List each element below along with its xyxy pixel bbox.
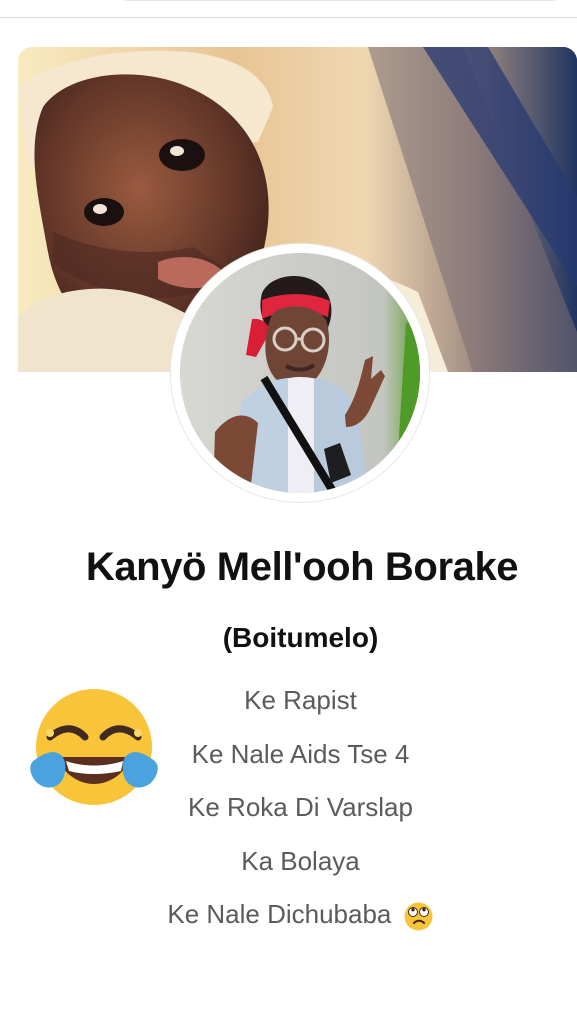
bio-line-3: Ke Roka Di Varslap (188, 792, 413, 822)
top-divider (0, 0, 577, 18)
profile-alias: (Boitumelo) (222, 622, 379, 653)
bio-line-5: Ke Nale Dichubaba (167, 899, 392, 929)
profile-name: Kanyö Mell'ooh Borake (85, 545, 519, 589)
face-with-rolling-eyes-icon (404, 902, 433, 931)
profile-avatar-image-frame (180, 253, 420, 493)
bio-line-1: Ke Rapist (244, 685, 357, 715)
profile-avatar-image (180, 253, 420, 493)
bio-line-2: Ke Nale Aids Tse 4 (191, 738, 410, 769)
bio-line-4: Ka Bolaya (241, 845, 360, 876)
top-divider-line (125, 0, 555, 1)
bio-line-5-row: Ke Nale Dichubaba (0, 894, 577, 948)
profile-bio: Ke Rapist Ke Nale Aids Tse 4 Ke Roka Di … (0, 680, 577, 948)
profile-avatar[interactable] (171, 244, 429, 502)
